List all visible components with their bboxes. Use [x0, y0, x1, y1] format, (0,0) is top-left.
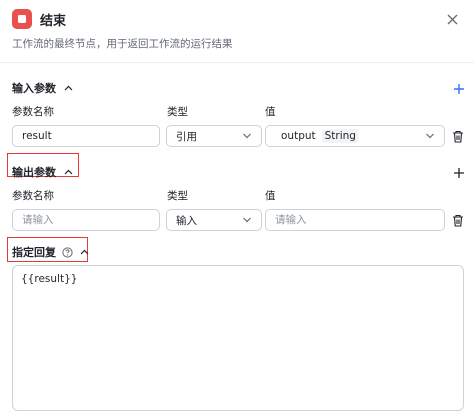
chevron-up-icon[interactable]	[64, 85, 73, 91]
output-param-name-input[interactable]	[22, 214, 159, 226]
output-section-header[interactable]: 输出参数	[12, 164, 73, 180]
end-node-icon	[12, 9, 32, 29]
node-description: 工作流的最终节点，用于返回工作流的运行结果	[12, 38, 233, 50]
chevron-down-icon	[425, 131, 435, 141]
delete-output-trash-icon[interactable]	[451, 213, 465, 227]
reply-section-title: 指定回复	[12, 246, 56, 259]
output-param-value-input[interactable]	[275, 214, 444, 226]
input-param-name-value: result	[22, 130, 52, 142]
reply-content-text: {{result}}	[21, 273, 78, 285]
node-title: 结束	[40, 13, 67, 29]
chevron-down-icon	[242, 215, 252, 225]
add-output-plus-icon[interactable]	[452, 166, 466, 180]
input-col-value: 值	[265, 106, 276, 118]
chevron-up-icon[interactable]	[64, 169, 73, 175]
input-param-value-ref: output	[281, 130, 316, 142]
input-col-name: 参数名称	[12, 106, 54, 118]
input-param-name-field[interactable]: result	[12, 125, 160, 147]
output-col-type: 类型	[167, 190, 188, 202]
chevron-up-icon[interactable]	[80, 249, 89, 255]
close-icon[interactable]	[444, 11, 460, 27]
value-type-tag: String	[321, 129, 359, 143]
input-param-type-select[interactable]: 引用	[166, 125, 262, 147]
input-param-value-select[interactable]: output String	[265, 125, 445, 147]
chevron-down-icon	[242, 131, 252, 141]
question-circle-icon[interactable]	[62, 246, 73, 258]
add-input-plus-icon[interactable]	[452, 82, 466, 96]
output-section-title: 输出参数	[12, 166, 56, 179]
input-col-type: 类型	[167, 106, 188, 118]
output-param-value-field[interactable]	[265, 209, 445, 231]
output-param-type-select[interactable]: 输入	[166, 209, 262, 231]
reply-content-textarea[interactable]: {{result}}	[12, 265, 464, 411]
output-col-name: 参数名称	[12, 190, 54, 202]
node-header: 结束	[12, 8, 462, 30]
output-col-value: 值	[265, 190, 276, 202]
header-divider	[0, 62, 474, 63]
delete-input-trash-icon[interactable]	[451, 129, 465, 143]
output-param-name-field[interactable]	[12, 209, 160, 231]
reply-section-header[interactable]: 指定回复	[12, 244, 89, 260]
input-section-title: 输入参数	[12, 82, 56, 95]
input-section-header[interactable]: 输入参数	[12, 80, 73, 96]
